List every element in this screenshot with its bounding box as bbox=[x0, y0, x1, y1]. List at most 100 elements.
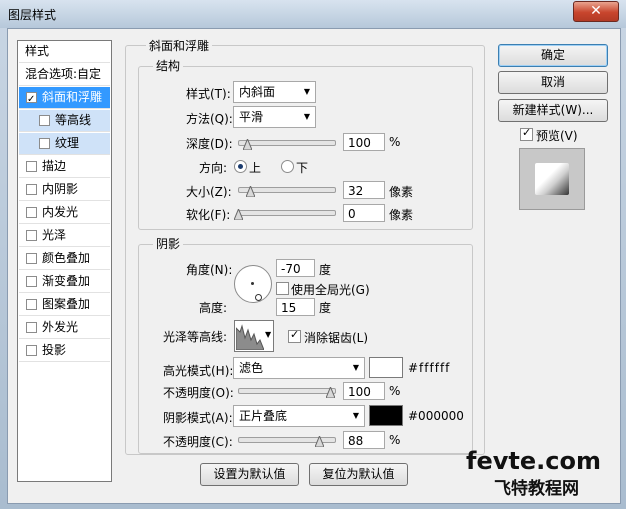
chevron-down-icon: ▼ bbox=[303, 87, 310, 96]
shadow-mode-value: 正片叠底 bbox=[239, 409, 288, 423]
size-unit: 像素 bbox=[389, 185, 414, 199]
chevron-down-icon: ▼ bbox=[265, 330, 272, 339]
window-title: 图层样式 bbox=[8, 8, 57, 22]
shadow-opacity-slider-thumb[interactable] bbox=[314, 436, 324, 447]
highlight-opacity-unit: % bbox=[389, 384, 401, 398]
preview-thumbnail bbox=[519, 148, 585, 210]
highlight-opacity-slider-thumb[interactable] bbox=[326, 387, 335, 398]
outer-glow-checkbox[interactable] bbox=[26, 322, 37, 333]
structure-title: 结构 bbox=[153, 57, 184, 74]
style-item-contour[interactable]: 等高线 bbox=[19, 110, 110, 132]
highlight-mode-value: 滤色 bbox=[239, 361, 264, 375]
stroke-checkbox[interactable] bbox=[26, 161, 37, 172]
style-item-bevel-emboss[interactable]: 斜面和浮雕 bbox=[19, 87, 110, 110]
shadow-opacity-label: 不透明度(C): bbox=[163, 435, 233, 449]
style-item-stroke[interactable]: 描边 bbox=[19, 156, 110, 178]
global-light-checkbox[interactable] bbox=[276, 282, 289, 295]
style-item-color-overlay[interactable]: 颜色叠加 bbox=[19, 248, 110, 270]
ok-button[interactable]: 确定 bbox=[498, 44, 608, 67]
soften-input[interactable]: 0 bbox=[343, 204, 385, 222]
pattern-overlay-checkbox[interactable] bbox=[26, 299, 37, 310]
highlight-opacity-slider-track[interactable] bbox=[238, 388, 336, 394]
gradient-overlay-checkbox[interactable] bbox=[26, 276, 37, 287]
size-input[interactable]: 32 bbox=[343, 181, 385, 199]
angle-input[interactable]: -70 bbox=[276, 259, 315, 277]
style-item-pattern-overlay[interactable]: 图案叠加 bbox=[19, 294, 110, 316]
highlight-color-swatch[interactable] bbox=[369, 357, 403, 378]
depth-input[interactable]: 100 bbox=[343, 133, 385, 151]
inner-shadow-checkbox[interactable] bbox=[26, 184, 37, 195]
style-item-label: 内阴影 bbox=[42, 182, 79, 196]
anti-aliased-checkbox[interactable] bbox=[288, 328, 301, 343]
satin-checkbox[interactable] bbox=[26, 230, 37, 241]
make-default-button[interactable]: 设置为默认值 bbox=[200, 463, 299, 486]
highlight-opacity-input[interactable]: 100 bbox=[343, 382, 385, 400]
style-item-outer-glow[interactable]: 外发光 bbox=[19, 317, 110, 339]
style-list: 样式 混合选项:自定 斜面和浮雕 等高线 纹理 描边 内阴影 内发光 光泽 bbox=[17, 40, 112, 482]
altitude-label: 高度: bbox=[199, 301, 228, 315]
shadow-color-swatch[interactable] bbox=[369, 405, 403, 426]
style-item-inner-shadow[interactable]: 内阴影 bbox=[19, 179, 110, 201]
style-item-label: 颜色叠加 bbox=[42, 251, 91, 265]
new-style-button[interactable]: 新建样式(W)... bbox=[498, 99, 608, 122]
color-overlay-checkbox[interactable] bbox=[26, 253, 37, 264]
dialog-window: 图层样式 ✕ 样式 混合选项:自定 斜面和浮雕 等高线 纹理 描边 内阴影 内发 bbox=[0, 0, 626, 509]
chevron-down-icon: ▼ bbox=[352, 363, 359, 372]
angle-dial[interactable] bbox=[234, 265, 272, 303]
depth-slider-track[interactable] bbox=[238, 140, 336, 146]
bevel-section-title: 斜面和浮雕 bbox=[146, 37, 213, 54]
style-list-header[interactable]: 样式 bbox=[19, 41, 110, 63]
direction-up-radio[interactable] bbox=[234, 160, 247, 173]
bevel-checkbox[interactable] bbox=[26, 89, 37, 110]
preview-checkbox[interactable] bbox=[520, 126, 533, 141]
blending-options-item[interactable]: 混合选项:自定 bbox=[19, 64, 110, 86]
preview-label: 预览(V) bbox=[536, 129, 578, 143]
chevron-down-icon: ▼ bbox=[352, 411, 359, 420]
shadow-mode-select[interactable]: 正片叠底 ▼ bbox=[233, 405, 365, 427]
title-bar: 图层样式 ✕ bbox=[0, 0, 626, 28]
style-item-label: 外发光 bbox=[42, 320, 79, 334]
style-item-gradient-overlay[interactable]: 渐变叠加 bbox=[19, 271, 110, 293]
cancel-button[interactable]: 取消 bbox=[498, 71, 608, 94]
reset-default-button[interactable]: 复位为默认值 bbox=[309, 463, 408, 486]
texture-checkbox[interactable] bbox=[39, 138, 50, 149]
bevel-style-select[interactable]: 内斜面 ▼ bbox=[233, 81, 316, 103]
angle-unit: 度 bbox=[319, 263, 332, 277]
angle-label: 角度(N): bbox=[186, 263, 233, 277]
size-slider-thumb[interactable] bbox=[245, 186, 255, 197]
style-item-label: 斜面和浮雕 bbox=[42, 90, 103, 104]
contour-checkbox[interactable] bbox=[39, 115, 50, 126]
direction-down-radio[interactable] bbox=[281, 160, 294, 173]
highlight-color-hex: #ffffff bbox=[408, 361, 451, 375]
style-item-label: 等高线 bbox=[55, 113, 92, 127]
angle-dial-handle[interactable] bbox=[255, 294, 262, 301]
inner-glow-checkbox[interactable] bbox=[26, 207, 37, 218]
style-item-inner-glow[interactable]: 内发光 bbox=[19, 202, 110, 224]
style-item-satin[interactable]: 光泽 bbox=[19, 225, 110, 247]
highlight-opacity-label: 不透明度(O): bbox=[163, 386, 234, 400]
soften-slider-track[interactable] bbox=[238, 210, 336, 216]
contour-curve-icon bbox=[236, 324, 264, 350]
direction-down-label: 下 bbox=[296, 161, 309, 175]
highlight-mode-select[interactable]: 滤色 ▼ bbox=[233, 357, 365, 379]
shadow-color-hex: #000000 bbox=[408, 409, 464, 423]
technique-select[interactable]: 平滑 ▼ bbox=[233, 106, 316, 128]
altitude-unit: 度 bbox=[319, 301, 332, 315]
watermark-site: fevte.com bbox=[466, 447, 601, 475]
depth-slider-thumb[interactable] bbox=[243, 139, 253, 150]
style-item-texture[interactable]: 纹理 bbox=[19, 133, 110, 155]
global-light-label: 使用全局光(G) bbox=[291, 283, 370, 297]
shadow-mode-label: 阴影模式(A): bbox=[163, 411, 233, 425]
gloss-contour-picker[interactable]: ▼ bbox=[234, 320, 274, 352]
style-item-label: 描边 bbox=[42, 159, 67, 173]
style-item-drop-shadow[interactable]: 投影 bbox=[19, 340, 110, 362]
shadow-opacity-input[interactable]: 88 bbox=[343, 431, 385, 449]
technique-value: 平滑 bbox=[239, 110, 264, 124]
highlight-mode-label: 高光模式(H): bbox=[163, 364, 234, 378]
soften-slider-thumb[interactable] bbox=[234, 209, 243, 220]
drop-shadow-checkbox[interactable] bbox=[26, 345, 37, 356]
close-button[interactable]: ✕ bbox=[573, 1, 619, 22]
altitude-input[interactable]: 15 bbox=[276, 298, 315, 316]
method-label: 方法(Q): bbox=[186, 112, 233, 126]
soften-label: 软化(F): bbox=[186, 208, 231, 222]
